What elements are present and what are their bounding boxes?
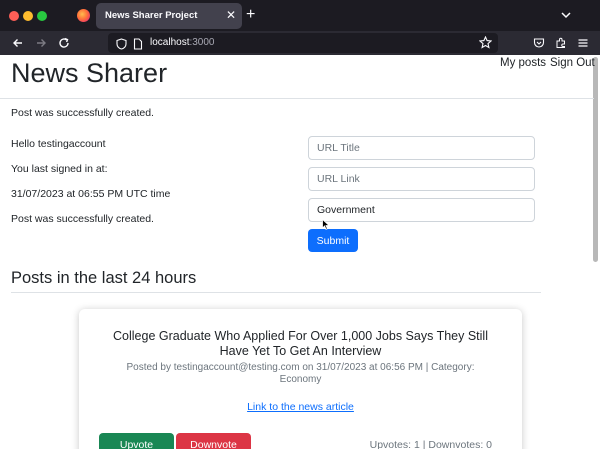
- greeting-text: Hello testingaccount: [11, 138, 106, 150]
- bookmark-star-icon[interactable]: [478, 35, 493, 54]
- url-link-input[interactable]: [308, 167, 535, 191]
- vote-counts: Upvotes: 1 | Downvotes: 0: [369, 439, 492, 449]
- flash-notice: Post was successfully created.: [11, 107, 154, 119]
- extensions-icon[interactable]: [554, 35, 568, 51]
- page-viewport: News Sharer My posts Sign Out Post was s…: [0, 55, 600, 449]
- window-maximize-button[interactable]: [37, 11, 47, 21]
- tab-list-chevron-icon[interactable]: [560, 8, 572, 26]
- browser-nav-bar: localhost:3000: [0, 31, 600, 55]
- url-text: localhost:3000: [150, 37, 215, 48]
- last-signed-value: 31/07/2023 at 06:55 PM UTC time: [11, 188, 171, 200]
- category-input[interactable]: [308, 198, 535, 222]
- shield-icon[interactable]: [116, 37, 127, 55]
- tab-title: News Sharer Project: [105, 10, 198, 21]
- browser-tab-active[interactable]: News Sharer Project ✕: [96, 3, 242, 29]
- downvote-button[interactable]: Downvote: [176, 433, 251, 449]
- new-tab-icon[interactable]: +: [246, 6, 255, 24]
- posts-section-title: Posts in the last 24 hours: [11, 269, 197, 287]
- post-meta: Posted by testingaccount@testing.com on …: [126, 362, 475, 385]
- reload-icon[interactable]: [56, 35, 72, 51]
- nav-link-sign-out[interactable]: Sign Out: [550, 57, 595, 69]
- page-icon: [133, 37, 143, 55]
- window-close-button[interactable]: [9, 11, 19, 21]
- pocket-icon[interactable]: [532, 35, 546, 51]
- post-card: College Graduate Who Applied For Over 1,…: [79, 309, 522, 449]
- menu-hamburger-icon[interactable]: [576, 35, 590, 51]
- address-bar[interactable]: localhost:3000: [108, 33, 498, 53]
- back-arrow-icon[interactable]: [10, 35, 26, 51]
- url-title-input[interactable]: [308, 136, 535, 160]
- firefox-view-icon[interactable]: [77, 9, 90, 22]
- header-divider: [0, 98, 594, 99]
- tab-close-icon[interactable]: ✕: [226, 8, 236, 22]
- news-article-link[interactable]: Link to the news article: [79, 401, 522, 413]
- upvote-button[interactable]: Upvote: [99, 433, 174, 449]
- section-divider: [11, 292, 541, 293]
- browser-tab-bar: News Sharer Project ✕ +: [0, 0, 600, 31]
- last-signed-label: You last signed in at:: [11, 163, 108, 175]
- vertical-scrollbar[interactable]: [593, 57, 598, 262]
- submit-button[interactable]: Submit: [308, 229, 358, 252]
- window-minimize-button[interactable]: [23, 11, 33, 21]
- site-brand[interactable]: News Sharer: [11, 58, 167, 89]
- post-created-notice: Post was successfully created.: [11, 213, 154, 225]
- post-title: College Graduate Who Applied For Over 1,…: [113, 329, 488, 358]
- nav-link-my-posts[interactable]: My posts: [500, 57, 546, 69]
- forward-arrow-icon[interactable]: [33, 35, 49, 51]
- mouse-pointer-icon: [322, 217, 331, 235]
